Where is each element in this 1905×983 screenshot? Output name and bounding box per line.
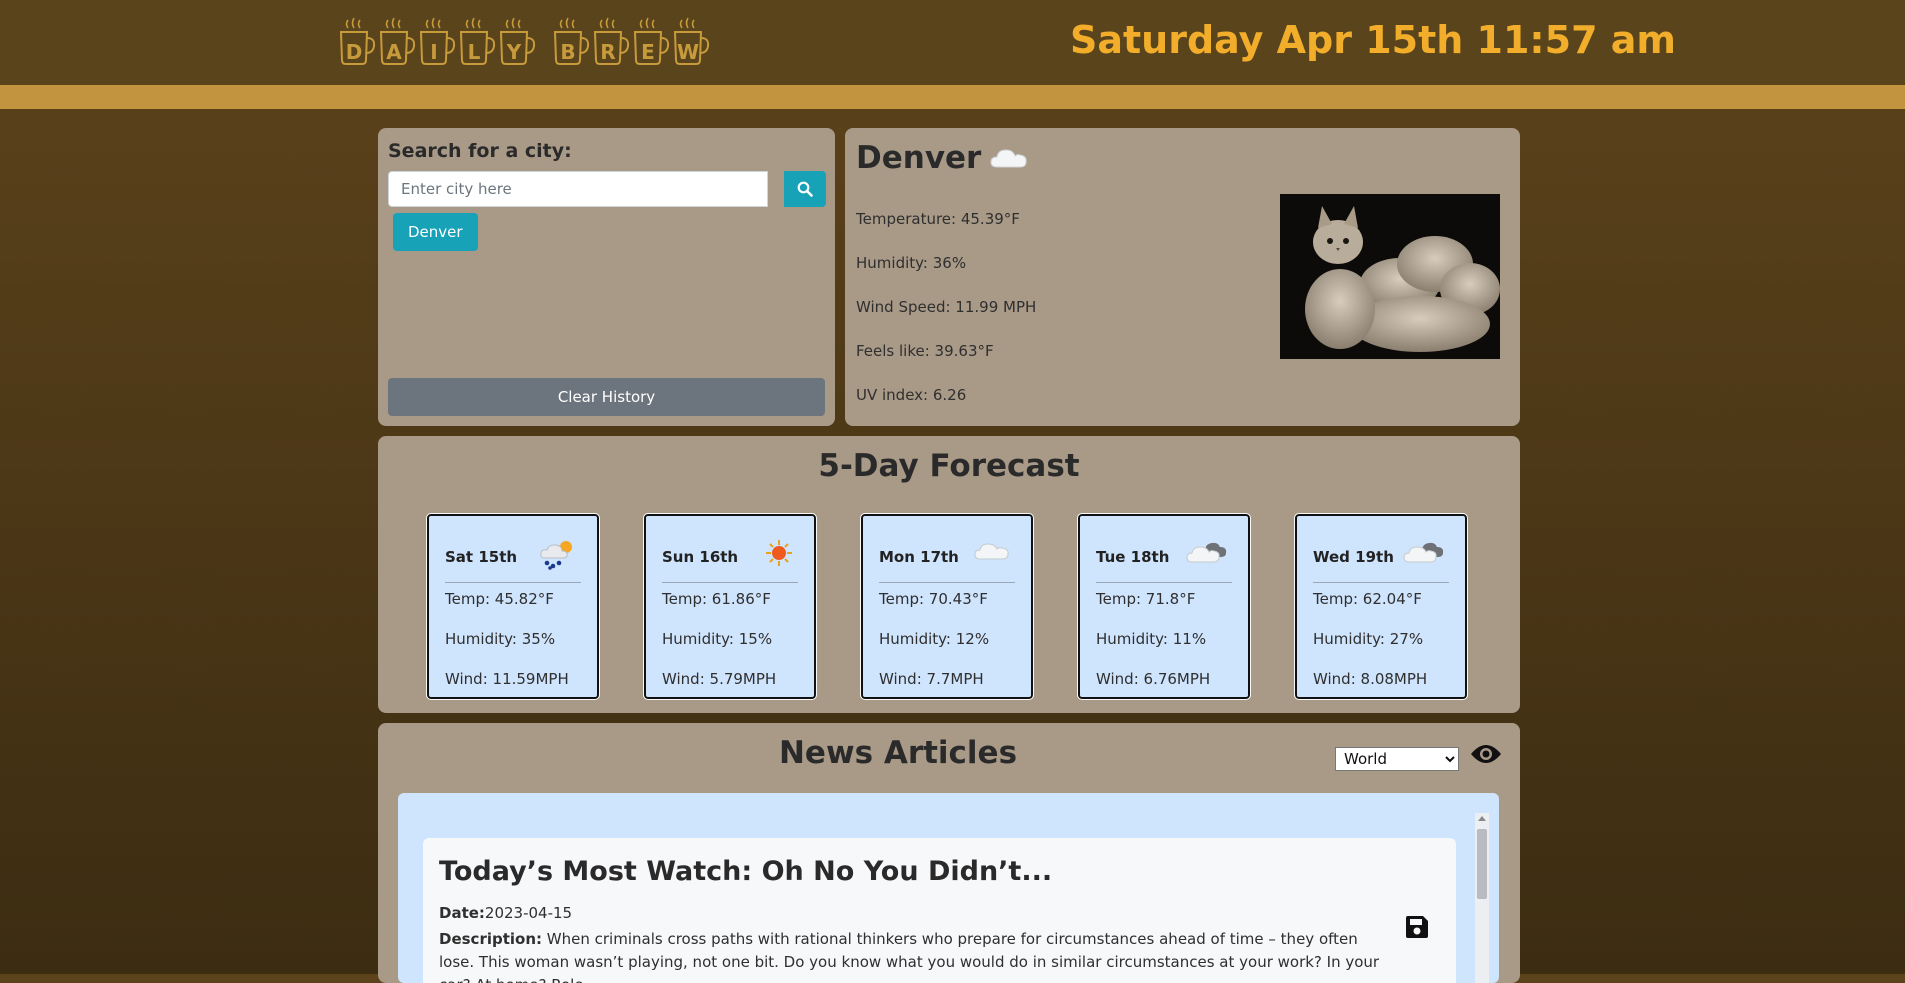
news-title: News Articles bbox=[778, 735, 1018, 771]
daily-brew-logo: DA I L Y BR EW bbox=[338, 16, 710, 66]
forecast-day: Wed 19th bbox=[1313, 548, 1394, 566]
forecast-day: Sat 15th bbox=[445, 548, 518, 566]
news-article[interactable]: Today’s Most Watch: Oh No You Didn’t... … bbox=[423, 838, 1456, 983]
news-category-select[interactable]: World bbox=[1335, 747, 1459, 771]
forecast-wind: Wind: 7.7MPH bbox=[879, 670, 984, 688]
current-feels-like: Feels like: 39.63°F bbox=[856, 342, 994, 360]
forecast-humidity: Humidity: 35% bbox=[445, 630, 556, 648]
description-text: When criminals cross paths with rational… bbox=[439, 930, 1380, 983]
forecast-day: Tue 18th bbox=[1096, 548, 1170, 566]
logo-mug: L bbox=[458, 16, 496, 66]
clouds-icon bbox=[1186, 542, 1227, 563]
logo-mug: W bbox=[672, 16, 710, 66]
scroll-up-arrow[interactable] bbox=[1478, 816, 1486, 821]
cloud-icon bbox=[990, 149, 1027, 168]
forecast-humidity: Humidity: 15% bbox=[662, 630, 773, 648]
forecast-temp: Temp: 70.43°F bbox=[879, 590, 988, 608]
forecast-wind: Wind: 11.59MPH bbox=[445, 670, 569, 688]
header-stripe bbox=[0, 85, 1905, 109]
logo-letter: Y bbox=[506, 40, 522, 64]
eye-icon[interactable] bbox=[1470, 743, 1502, 765]
logo-mug: E bbox=[632, 16, 670, 66]
current-uv-index: UV index: 6.26 bbox=[856, 386, 967, 404]
cat-clouds-image bbox=[1280, 194, 1500, 359]
news-list[interactable]: Today’s Most Watch: Oh No You Didn’t... … bbox=[398, 793, 1499, 983]
date-value: 2023-04-15 bbox=[484, 904, 573, 922]
forecast-humidity: Humidity: 12% bbox=[879, 630, 990, 648]
news-scrollbar[interactable] bbox=[1475, 813, 1489, 983]
forecast-card: Mon 17th Temp: 70.43°F Humidity: 12% Win… bbox=[860, 513, 1034, 700]
logo-mug: R bbox=[592, 16, 630, 66]
article-title[interactable]: Today’s Most Watch: Oh No You Didn’t... bbox=[439, 856, 1052, 887]
forecast-temp: Temp: 62.04°F bbox=[1313, 590, 1422, 608]
logo-letter: A bbox=[386, 40, 402, 64]
current-wind-speed: Wind Speed: 11.99 MPH bbox=[856, 298, 1037, 316]
search-button[interactable] bbox=[784, 171, 826, 207]
logo-letter: W bbox=[676, 40, 700, 64]
city-search-input[interactable] bbox=[388, 171, 768, 207]
card-divider bbox=[445, 582, 581, 583]
forecast-card: Wed 19th Temp: 62.04°F Humidity: 27% Win… bbox=[1294, 513, 1468, 700]
card-divider bbox=[879, 582, 1015, 583]
current-humidity: Humidity: 36% bbox=[856, 254, 967, 272]
forecast-humidity: Humidity: 11% bbox=[1096, 630, 1207, 648]
card-divider bbox=[1096, 582, 1232, 583]
scroll-thumb[interactable] bbox=[1477, 829, 1487, 899]
forecast-wind: Wind: 6.76MPH bbox=[1096, 670, 1211, 688]
header-bar: DA I L Y BR EW Saturday Apr 15th 11:57 am bbox=[0, 0, 1905, 85]
save-icon[interactable] bbox=[1404, 914, 1430, 940]
logo-letter: B bbox=[560, 40, 576, 64]
logo-letter: L bbox=[467, 40, 481, 64]
forecast-day: Mon 17th bbox=[879, 548, 959, 566]
logo-letter: D bbox=[345, 40, 363, 64]
forecast-wind: Wind: 8.08MPH bbox=[1313, 670, 1428, 688]
logo-letter: I bbox=[430, 40, 438, 64]
sun-icon bbox=[766, 540, 792, 566]
news-panel: News Articles World Today’s Most Watch: … bbox=[378, 723, 1520, 983]
card-divider bbox=[1313, 582, 1449, 583]
forecast-humidity: Humidity: 27% bbox=[1313, 630, 1424, 648]
date-label: Date: bbox=[439, 904, 485, 922]
current-datetime: Saturday Apr 15th 11:57 am bbox=[1070, 18, 1676, 62]
history-city-button[interactable]: Denver bbox=[393, 213, 478, 251]
search-icon bbox=[797, 181, 813, 197]
logo-mug: B bbox=[552, 16, 590, 66]
current-city-title: Denver bbox=[856, 140, 1029, 176]
logo-gap bbox=[538, 16, 550, 66]
logo-mug: A bbox=[378, 16, 416, 66]
clear-history-button[interactable]: Clear History bbox=[388, 378, 825, 416]
clouds-icon bbox=[1403, 542, 1444, 563]
forecast-temp: Temp: 71.8°F bbox=[1096, 590, 1196, 608]
current-temperature: Temperature: 45.39°F bbox=[856, 210, 1020, 228]
logo-letter: R bbox=[600, 40, 616, 64]
forecast-day: Sun 16th bbox=[662, 548, 739, 566]
logo-mug: I bbox=[418, 16, 456, 66]
description-label: Description: bbox=[439, 930, 543, 948]
forecast-title: 5-Day Forecast bbox=[818, 448, 1080, 484]
forecast-card: Sun 16th Temp: 61.86°F Humidity: 15% Win… bbox=[643, 513, 817, 700]
forecast-panel: 5-Day Forecast Sat 15th Temp: 45.82°F Hu… bbox=[378, 436, 1520, 713]
forecast-wind: Wind: 5.79MPH bbox=[662, 670, 777, 688]
logo-letter: E bbox=[641, 40, 655, 64]
logo-mug: D bbox=[338, 16, 376, 66]
forecast-card: Sat 15th Temp: 45.82°F Humidity: 35% Win… bbox=[426, 513, 600, 700]
city-name: Denver bbox=[856, 140, 982, 176]
forecast-card: Tue 18th Temp: 71.8°F Humidity: 11% Wind… bbox=[1077, 513, 1251, 700]
search-panel: Search for a city: Denver Clear History bbox=[378, 128, 835, 426]
card-divider bbox=[662, 582, 798, 583]
article-description: Description: When criminals cross paths … bbox=[439, 928, 1389, 983]
search-label: Search for a city: bbox=[388, 140, 572, 162]
article-date: Date:2023-04-15 bbox=[439, 904, 572, 922]
forecast-temp: Temp: 61.86°F bbox=[662, 590, 771, 608]
current-weather-panel: Denver Temperature: 45.39°F Humidity: 36… bbox=[845, 128, 1520, 426]
forecast-temp: Temp: 45.82°F bbox=[445, 590, 554, 608]
cloud-icon bbox=[974, 543, 1009, 560]
logo-mug: Y bbox=[498, 16, 536, 66]
rain-sun-icon bbox=[540, 541, 572, 570]
